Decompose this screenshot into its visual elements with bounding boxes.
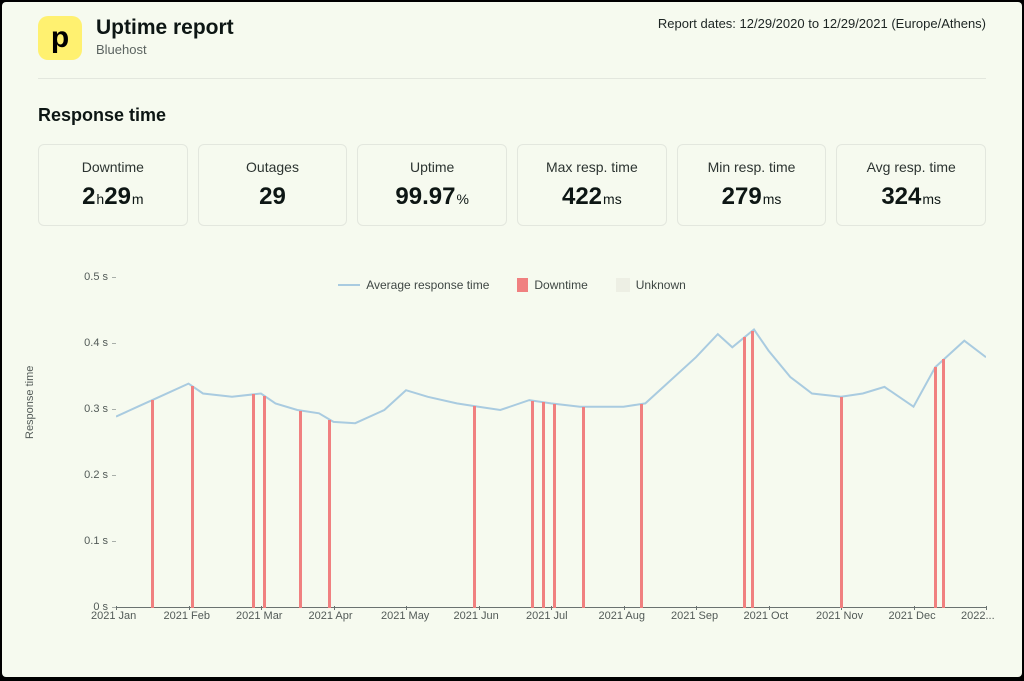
downtime-event-bar xyxy=(751,331,754,608)
x-tick: 2021 May xyxy=(381,610,429,622)
card-value: 324ms xyxy=(845,183,977,211)
card-label: Avg resp. time xyxy=(845,159,977,175)
line-chart-svg xyxy=(116,278,986,608)
downtime-event-bar xyxy=(553,404,556,608)
downtime-event-bar xyxy=(942,359,945,608)
x-tick: 2021 Aug xyxy=(599,610,646,622)
downtime-event-bar xyxy=(531,401,534,608)
card-value: 422ms xyxy=(526,183,658,211)
card-outages: Outages 29 xyxy=(198,144,348,226)
card-value: 29 xyxy=(207,183,339,211)
downtime-event-bar xyxy=(252,394,255,608)
downtime-event-bar xyxy=(582,407,585,608)
x-tick: 2021 Sep xyxy=(671,610,718,622)
report-dates: Report dates: 12/29/2020 to 12/29/2021 (… xyxy=(658,16,986,31)
y-axis-title: Response time xyxy=(24,366,36,439)
x-tick: 2021 Jul xyxy=(526,610,568,622)
downtime-event-bar xyxy=(263,396,266,608)
downtime-event-bar xyxy=(934,367,937,608)
x-tick: 2021 Nov xyxy=(816,610,863,622)
avg-response-time-line xyxy=(116,330,986,424)
card-label: Downtime xyxy=(47,159,179,175)
card-label: Outages xyxy=(207,159,339,175)
brand-logo-icon: p xyxy=(38,16,82,60)
page-title: Uptime report xyxy=(96,16,234,40)
logo-letter: p xyxy=(51,23,69,53)
downtime-event-bar xyxy=(328,420,331,608)
downtime-event-bar xyxy=(473,406,476,608)
downtime-event-bar xyxy=(299,411,302,608)
x-tick: 2021 Feb xyxy=(164,610,210,622)
downtime-event-bar xyxy=(191,386,194,608)
downtime-event-bar xyxy=(542,402,545,608)
page-subtitle: Bluehost xyxy=(96,42,234,57)
card-value: 279ms xyxy=(686,183,818,211)
downtime-event-bar xyxy=(743,337,746,608)
x-tick: 2021 Oct xyxy=(744,610,789,622)
card-avg-resp: Avg resp. time 324ms xyxy=(836,144,986,226)
x-tick: 2021 Apr xyxy=(309,610,353,622)
title-block: Uptime report Bluehost xyxy=(96,16,234,57)
response-time-chart: Response time 0 s0.1 s0.2 s0.3 s0.4 s0.5… xyxy=(38,278,986,648)
report-header: p Uptime report Bluehost Report dates: 1… xyxy=(38,16,986,79)
card-min-resp: Min resp. time 279ms xyxy=(677,144,827,226)
x-tick: 2021 Jun xyxy=(454,610,499,622)
downtime-event-bar xyxy=(151,400,154,608)
card-label: Min resp. time xyxy=(686,159,818,175)
card-value: 99.97% xyxy=(366,183,498,211)
chart-plot-area: 0 s0.1 s0.2 s0.3 s0.4 s0.5 s2021 Jan2021… xyxy=(116,278,986,608)
report-frame: p Uptime report Bluehost Report dates: 1… xyxy=(2,2,1022,677)
x-tick: 2021 Dec xyxy=(889,610,936,622)
card-value: 2h29m xyxy=(47,183,179,211)
stat-cards: Downtime 2h29m Outages 29 Uptime 99.97% … xyxy=(38,144,986,226)
downtime-event-bar xyxy=(640,404,643,608)
card-label: Uptime xyxy=(366,159,498,175)
x-tick: 2022... xyxy=(961,610,995,622)
x-tick: 2021 Jan xyxy=(91,610,136,622)
card-uptime: Uptime 99.97% xyxy=(357,144,507,226)
x-tick: 2021 Mar xyxy=(236,610,282,622)
card-downtime: Downtime 2h29m xyxy=(38,144,188,226)
section-title: Response time xyxy=(38,105,986,126)
card-max-resp: Max resp. time 422ms xyxy=(517,144,667,226)
downtime-event-bar xyxy=(840,397,843,608)
card-label: Max resp. time xyxy=(526,159,658,175)
